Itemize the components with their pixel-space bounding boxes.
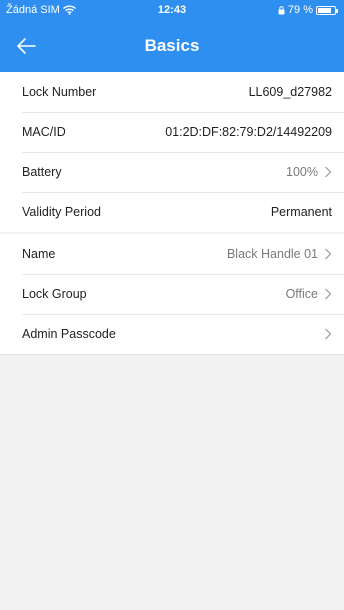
status-bar: Žádná SIM 12:43 79 % [0,0,344,20]
battery-status: 79 % [278,4,338,16]
battery-icon [316,5,338,15]
mac-id-value: 01:2D:DF:82:79:D2/14492209 [165,125,332,139]
battery-fill [318,7,331,13]
validity-period-row: Validity Period Permanent [0,192,344,232]
page-title: Basics [144,36,200,55]
lock-details-section: Lock Number LL609_d27982 MAC/ID 01:2D:DF… [0,72,344,232]
chevron-right-icon [325,288,332,300]
validity-period-value: Permanent [270,205,332,219]
lock-group-label: Lock Group [22,287,87,301]
lock-number-row: Lock Number LL609_d27982 [0,72,344,112]
chevron-right-icon [325,166,332,178]
section-divider [0,354,344,355]
orientation-lock-icon [278,5,285,14]
battery-row[interactable]: Battery 100% [0,152,344,192]
chevron-right-icon [325,328,332,340]
name-row[interactable]: Name Black Handle 01 [0,234,344,274]
lock-group-value: Office [285,287,318,301]
mac-id-row: MAC/ID 01:2D:DF:82:79:D2/14492209 [0,112,344,152]
lock-settings-section: Name Black Handle 01 Lock Group Office A… [0,234,344,354]
battery-value: 100% [286,165,318,179]
chevron-right-icon [325,248,332,260]
nav-bar: Basics [0,20,344,72]
admin-passcode-row[interactable]: Admin Passcode [0,314,344,354]
lock-number-value: LL609_d27982 [248,85,332,99]
battery-label: Battery [22,165,62,179]
mac-id-label: MAC/ID [22,125,66,139]
validity-period-label: Validity Period [22,205,101,219]
admin-passcode-label: Admin Passcode [22,327,116,341]
battery-percent: 79 % [287,4,313,16]
lock-group-row[interactable]: Lock Group Office [0,274,344,314]
name-value: Black Handle 01 [226,247,318,261]
lock-number-label: Lock Number [22,85,97,99]
name-label: Name [22,247,56,261]
